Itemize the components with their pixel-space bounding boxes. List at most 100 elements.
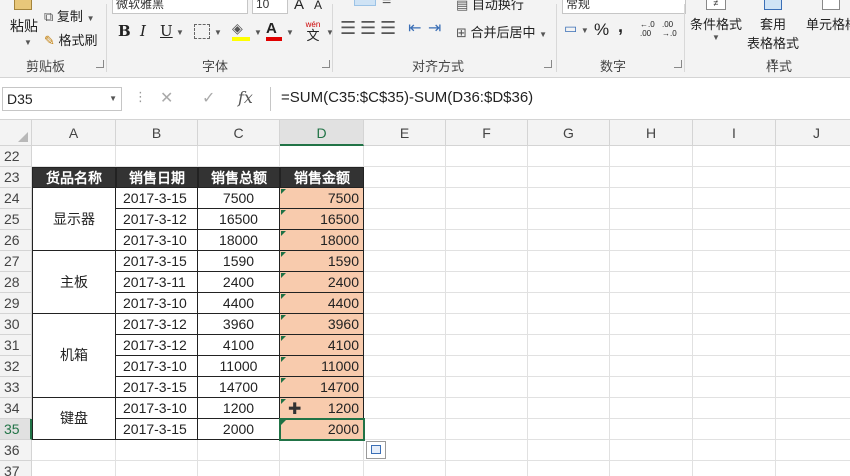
- date-cell[interactable]: 2017-3-11: [116, 272, 198, 293]
- format-painter-button[interactable]: ✎ 格式刷: [44, 30, 98, 50]
- total-cell[interactable]: 1200: [198, 398, 280, 419]
- amount-cell[interactable]: 11000: [280, 356, 364, 377]
- total-cell[interactable]: 3960: [198, 314, 280, 335]
- align-left-icon[interactable]: ☰: [340, 18, 356, 39]
- shrink-font-button[interactable]: A: [314, 0, 322, 12]
- total-cell[interactable]: 1590: [198, 251, 280, 272]
- date-cell[interactable]: 2017-3-10: [116, 293, 198, 314]
- date-cell[interactable]: 2017-3-12: [116, 209, 198, 230]
- clipboard-launcher-icon[interactable]: [96, 60, 104, 68]
- column-header-c[interactable]: C: [198, 120, 280, 146]
- total-cell[interactable]: 2400: [198, 272, 280, 293]
- row-header-36[interactable]: 36: [0, 440, 32, 461]
- row-header-23[interactable]: 23: [0, 167, 32, 188]
- cancel-icon[interactable]: ✕: [160, 88, 173, 108]
- table-header-cell[interactable]: 销售总额: [198, 167, 280, 188]
- fill-color-dropdown-icon[interactable]: ▼: [254, 28, 262, 37]
- total-cell[interactable]: 2000: [198, 419, 280, 440]
- row-header-30[interactable]: 30: [0, 314, 32, 335]
- column-header-h[interactable]: H: [610, 120, 693, 146]
- increase-indent-icon[interactable]: ⇥: [428, 18, 441, 38]
- table-header-cell[interactable]: 销售日期: [116, 167, 198, 188]
- category-cell[interactable]: 机箱: [32, 314, 116, 398]
- align-middle-icon[interactable]: ≡: [382, 0, 391, 10]
- row-header-31[interactable]: 31: [0, 335, 32, 356]
- amount-cell[interactable]: 18000: [280, 230, 364, 251]
- wrap-text-button[interactable]: ▤ 自动换行: [456, 0, 524, 14]
- grow-font-button[interactable]: A: [294, 0, 304, 13]
- column-header-b[interactable]: B: [116, 120, 198, 146]
- row-header-27[interactable]: 27: [0, 251, 32, 272]
- align-right-icon[interactable]: ☰: [380, 18, 396, 39]
- percent-button[interactable]: %: [594, 20, 609, 40]
- row-header-28[interactable]: 28: [0, 272, 32, 293]
- total-cell[interactable]: 18000: [198, 230, 280, 251]
- date-cell[interactable]: 2017-3-10: [116, 356, 198, 377]
- column-header-e[interactable]: E: [364, 120, 446, 146]
- total-cell[interactable]: 7500: [198, 188, 280, 209]
- align-top-button[interactable]: [354, 0, 376, 6]
- font-name-field[interactable]: 微软雅黑: [112, 0, 248, 14]
- date-cell[interactable]: 2017-3-12: [116, 314, 198, 335]
- amount-cell[interactable]: 2000: [280, 419, 364, 440]
- phonetic-button[interactable]: wén 文: [302, 20, 324, 46]
- total-cell[interactable]: 4400: [198, 293, 280, 314]
- column-header-g[interactable]: G: [528, 120, 610, 146]
- font-color-dropdown-icon[interactable]: ▼: [286, 28, 294, 37]
- column-header-j[interactable]: J: [776, 120, 850, 146]
- bold-button[interactable]: B: [118, 22, 131, 40]
- row-header-37[interactable]: 37: [0, 461, 32, 476]
- column-header-i[interactable]: I: [693, 120, 776, 146]
- amount-cell[interactable]: 16500: [280, 209, 364, 230]
- conditional-formatting-button[interactable]: ≠ 条件格式 ▼: [688, 0, 744, 50]
- cell-styles-button[interactable]: 单元格样: [806, 0, 850, 50]
- number-launcher-icon[interactable]: [674, 60, 682, 68]
- decrease-indent-icon[interactable]: ⇤: [408, 18, 421, 38]
- category-cell[interactable]: 显示器: [32, 188, 116, 251]
- fill-color-button[interactable]: ◈: [232, 20, 252, 42]
- format-as-table-button[interactable]: 套用 表格格式 ▼: [742, 0, 804, 66]
- column-header-a[interactable]: A: [32, 120, 116, 146]
- amount-cell[interactable]: 4400: [280, 293, 364, 314]
- font-size-field[interactable]: 10: [252, 0, 288, 14]
- copy-button[interactable]: ⧉ 复制 ▼: [44, 6, 94, 26]
- paste-button[interactable]: 粘贴 ▼: [2, 0, 42, 54]
- border-dropdown-icon[interactable]: ▼: [214, 28, 222, 37]
- date-cell[interactable]: 2017-3-12: [116, 335, 198, 356]
- date-cell[interactable]: 2017-3-15: [116, 251, 198, 272]
- increase-decimal-button[interactable]: ←.0 .00: [640, 20, 655, 38]
- font-color-button[interactable]: A: [266, 20, 282, 42]
- row-header-34[interactable]: 34: [0, 398, 32, 419]
- column-header-d[interactable]: D: [280, 120, 364, 146]
- align-center-icon[interactable]: ☰: [360, 18, 376, 39]
- row-header-33[interactable]: 33: [0, 377, 32, 398]
- accounting-format-button[interactable]: ▭ ▼: [564, 20, 589, 37]
- amount-cell[interactable]: 7500: [280, 188, 364, 209]
- total-cell[interactable]: 14700: [198, 377, 280, 398]
- row-header-25[interactable]: 25: [0, 209, 32, 230]
- total-cell[interactable]: 16500: [198, 209, 280, 230]
- total-cell[interactable]: 11000: [198, 356, 280, 377]
- alignment-launcher-icon[interactable]: [544, 60, 552, 68]
- formula-input[interactable]: =SUM(C35:$C$35)-SUM(D36:$D$36): [270, 87, 850, 111]
- category-cell[interactable]: 键盘: [32, 398, 116, 440]
- more-options-icon[interactable]: ⋮: [134, 89, 147, 105]
- quick-analysis-button[interactable]: [366, 441, 386, 459]
- table-header-cell[interactable]: 销售金额: [280, 167, 364, 188]
- underline-dropdown-icon[interactable]: ▼: [176, 28, 184, 37]
- date-cell[interactable]: 2017-3-10: [116, 398, 198, 419]
- amount-cell[interactable]: 1590: [280, 251, 364, 272]
- row-header-32[interactable]: 32: [0, 356, 32, 377]
- font-launcher-icon[interactable]: [322, 60, 330, 68]
- row-header-26[interactable]: 26: [0, 230, 32, 251]
- date-cell[interactable]: 2017-3-15: [116, 419, 198, 440]
- date-cell[interactable]: 2017-3-15: [116, 377, 198, 398]
- date-cell[interactable]: 2017-3-15: [116, 188, 198, 209]
- row-header-24[interactable]: 24: [0, 188, 32, 209]
- total-cell[interactable]: 4100: [198, 335, 280, 356]
- row-header-35[interactable]: 35: [0, 419, 32, 440]
- number-format-field[interactable]: 常规: [562, 0, 686, 14]
- amount-cell[interactable]: 3960: [280, 314, 364, 335]
- column-header-f[interactable]: F: [446, 120, 528, 146]
- insert-function-icon[interactable]: fx: [238, 88, 253, 107]
